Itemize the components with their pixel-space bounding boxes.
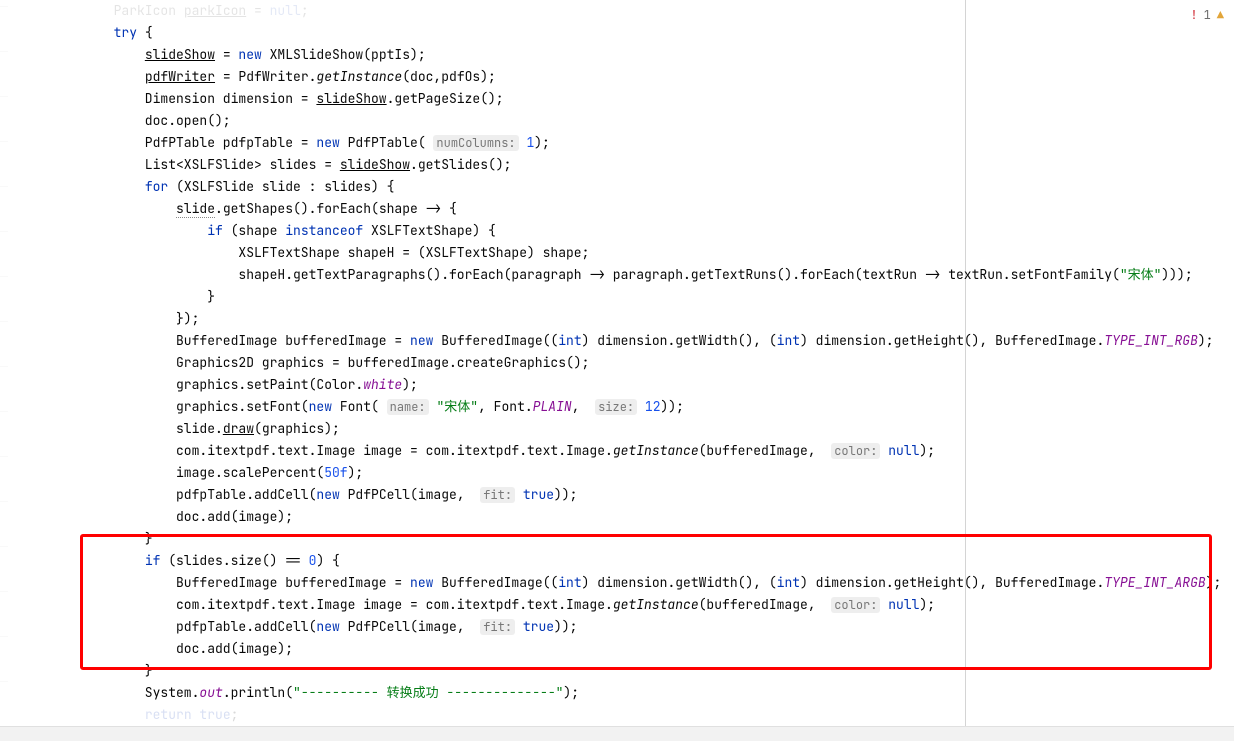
- code-line: slideShow = new XMLSlideShow(pptIs);: [20, 44, 1234, 66]
- gutter: [0, 0, 8, 726]
- code-line: image.scalePercent(50f);: [20, 462, 1234, 484]
- code-line: System.out.println("---------- 转换成功 ----…: [20, 682, 1234, 704]
- code-line: BufferedImage bufferedImage = new Buffer…: [20, 572, 1234, 594]
- code-line: ParkIcon parkIcon = null;: [20, 0, 1234, 22]
- code-line: for (XSLFSlide slide : slides) {: [20, 176, 1234, 198]
- code-line: List<XSLFSlide> slides = slideShow.getSl…: [20, 154, 1234, 176]
- code-line: BufferedImage bufferedImage = new Buffer…: [20, 330, 1234, 352]
- code-line: slide.getShapes().forEach(shape -> {: [20, 198, 1234, 220]
- code-line: if (slides.size() == 0) {: [20, 550, 1234, 572]
- code-line: pdfpTable.addCell(new PdfPCell(image, fi…: [20, 484, 1234, 506]
- code-line: return true;: [20, 704, 1234, 726]
- code-line: graphics.setFont(new Font( name: "宋体", F…: [20, 396, 1234, 418]
- code-line: pdfWriter = PdfWriter.getInstance(doc,pd…: [20, 66, 1234, 88]
- code-line: Graphics2D graphics = bufferedImage.crea…: [20, 352, 1234, 374]
- code-line: com.itextpdf.text.Image image = com.itex…: [20, 440, 1234, 462]
- code-line: doc.add(image);: [20, 638, 1234, 660]
- code-line: }: [20, 528, 1234, 550]
- bottom-bar: [0, 726, 1234, 741]
- code-line: PdfPTable pdfpTable = new PdfPTable( num…: [20, 132, 1234, 154]
- code-editor[interactable]: ParkIcon parkIcon = null; try { slideSho…: [0, 0, 1234, 726]
- code-line: XSLFTextShape shapeH = (XSLFTextShape) s…: [20, 242, 1234, 264]
- code-line: try {: [20, 22, 1234, 44]
- code-line: graphics.setPaint(Color.white);: [20, 374, 1234, 396]
- code-line: pdfpTable.addCell(new PdfPCell(image, fi…: [20, 616, 1234, 638]
- code-line: shapeH.getTextParagraphs().forEach(parag…: [20, 264, 1234, 286]
- code-line: doc.add(image);: [20, 506, 1234, 528]
- code-line: });: [20, 308, 1234, 330]
- code-line: if (shape instanceof XSLFTextShape) {: [20, 220, 1234, 242]
- code-line: }: [20, 660, 1234, 682]
- code-line: }: [20, 286, 1234, 308]
- code-line: slide.draw(graphics);: [20, 418, 1234, 440]
- code-line: doc.open();: [20, 110, 1234, 132]
- code-line: com.itextpdf.text.Image image = com.itex…: [20, 594, 1234, 616]
- code-line: Dimension dimension = slideShow.getPageS…: [20, 88, 1234, 110]
